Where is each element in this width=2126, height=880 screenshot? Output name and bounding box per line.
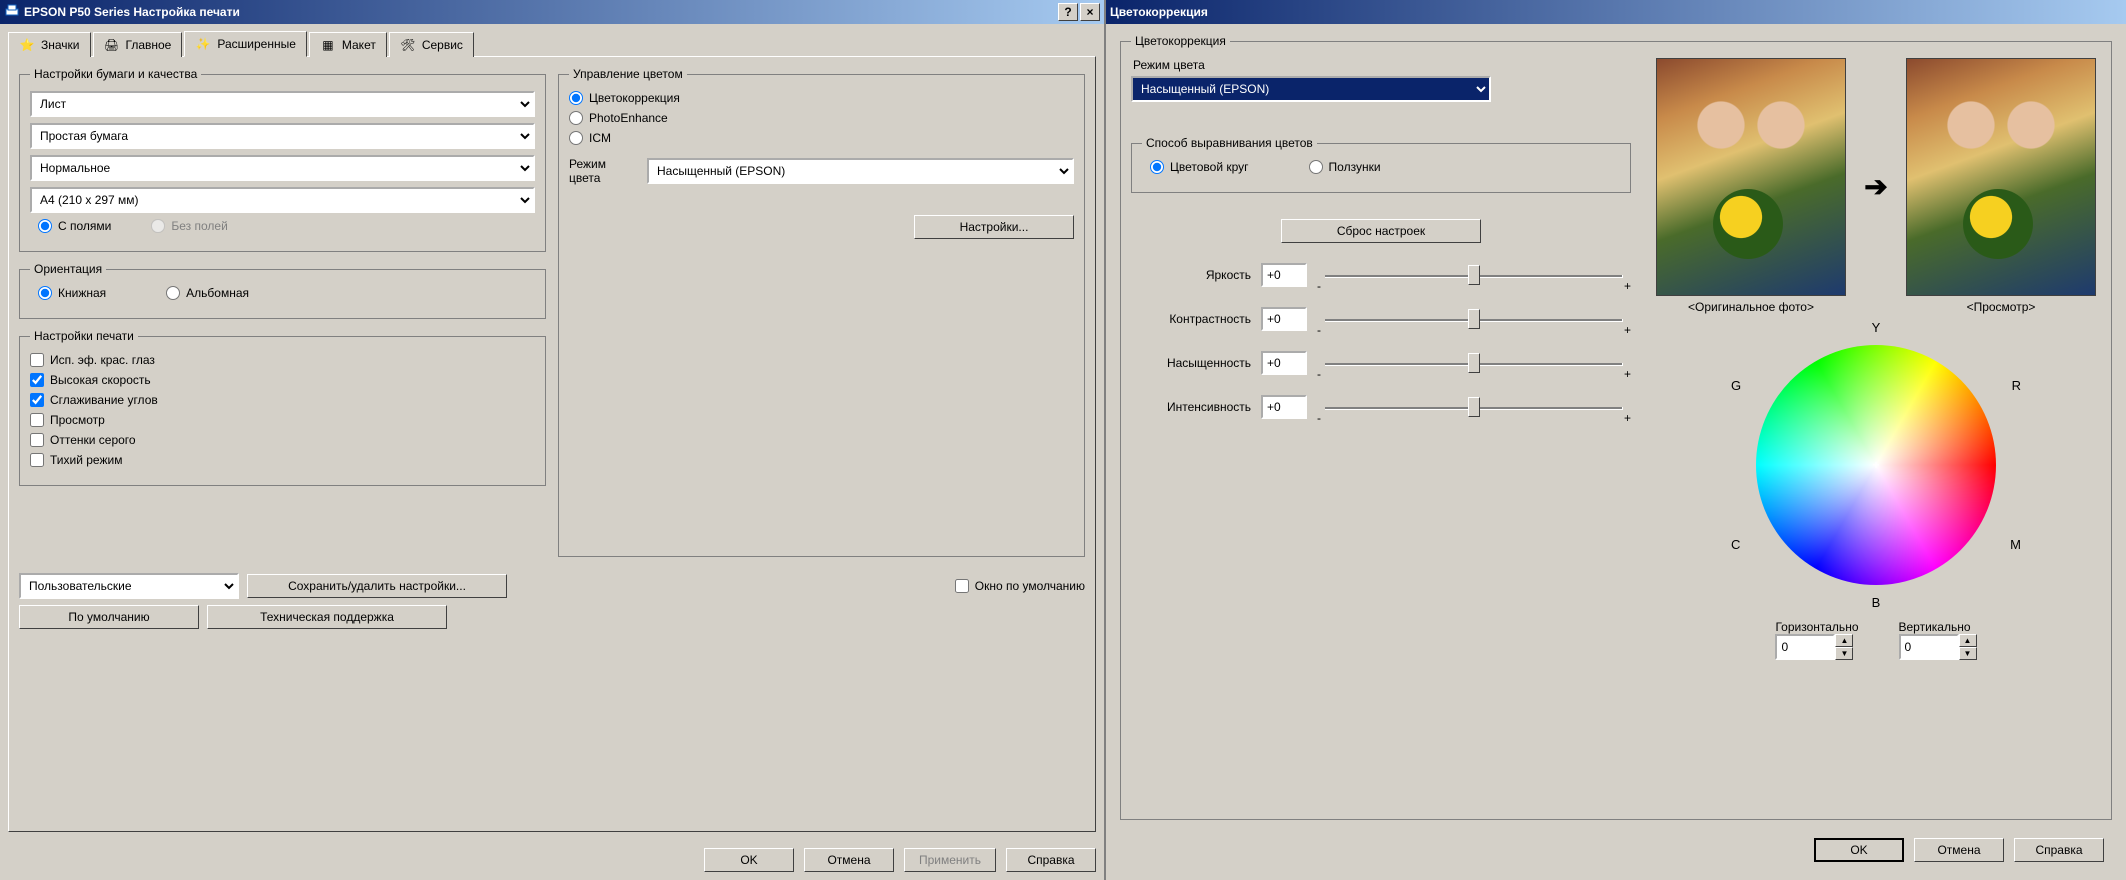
contrast-value[interactable] <box>1261 307 1307 331</box>
color-mgmt-group: Управление цветом Цветокоррекция PhotoEn… <box>558 67 1085 557</box>
help-button[interactable]: Справка <box>2014 838 2104 862</box>
help-button[interactable]: Справка <box>1006 848 1096 872</box>
saturation-slider[interactable]: -+ <box>1317 351 1631 375</box>
gear-star-icon: ✨ <box>195 36 211 52</box>
horiz-input[interactable] <box>1775 634 1835 660</box>
photoenhance-radio[interactable]: PhotoEnhance <box>569 111 668 125</box>
saturation-label: Насыщенность <box>1131 356 1251 370</box>
cancel-button[interactable]: Отмена <box>804 848 894 872</box>
opt-speed[interactable]: Высокая скорость <box>30 373 151 387</box>
printer-icon: 🖨 <box>104 37 120 53</box>
tab-layout[interactable]: ▦Макет <box>309 32 387 57</box>
orient-portrait[interactable]: Книжная <box>38 286 106 300</box>
wheel-crosshair-icon: + <box>1868 457 1884 473</box>
defaults-button[interactable]: По умолчанию <box>19 605 199 629</box>
default-window-checkbox[interactable]: Окно по умолчанию <box>955 579 1085 593</box>
tab-icons[interactable]: ⭐Значки <box>8 32 91 57</box>
preview-label: <Просмотр> <box>1906 300 2096 314</box>
opt-preview[interactable]: Просмотр <box>30 413 105 427</box>
orientation-group: Ориентация Книжная Альбомная <box>19 262 546 319</box>
color-correction-group: Цветокоррекция Режим цвета Насыщенный (E… <box>1120 34 2112 820</box>
window-title: Цветокоррекция <box>1110 5 1208 19</box>
opt-gray[interactable]: Оттенки серого <box>30 433 136 447</box>
original-label: <Оригинальное фото> <box>1656 300 1846 314</box>
tabstrip: ⭐Значки 🖨Главное ✨Расширенные ▦Макет 🛠Се… <box>0 24 1104 56</box>
saturation-value[interactable] <box>1261 351 1307 375</box>
align-sliders-radio[interactable]: Ползунки <box>1309 160 1381 174</box>
arrow-right-icon: ➔ <box>1856 170 1896 203</box>
titlebar: EPSON P50 Series Настройка печати ? × <box>0 0 1104 24</box>
cancel-button[interactable]: Отмена <box>1914 838 2004 862</box>
tab-advanced[interactable]: ✨Расширенные <box>184 31 307 57</box>
vert-up[interactable]: ▲ <box>1959 634 1977 647</box>
color-mode-label: Режим цвета <box>1133 58 1631 72</box>
paper-group: Настройки бумаги и качества Лист Простая… <box>19 67 546 252</box>
paper-size[interactable]: A4 (210 x 297 мм) <box>30 187 535 213</box>
vert-down[interactable]: ▼ <box>1959 647 1977 660</box>
paper-source[interactable]: Лист <box>30 91 535 117</box>
contrast-label: Контрастность <box>1131 312 1251 326</box>
vert-input[interactable] <box>1899 634 1959 660</box>
horiz-down[interactable]: ▼ <box>1835 647 1853 660</box>
tech-support-button[interactable]: Техническая поддержка <box>207 605 447 629</box>
brightness-slider[interactable]: -+ <box>1317 263 1631 287</box>
alignment-group: Способ выравнивания цветов Цветовой круг… <box>1131 136 1631 193</box>
apply-button: Применить <box>904 848 996 872</box>
intensity-label: Интенсивность <box>1131 400 1251 414</box>
help-button[interactable]: ? <box>1058 3 1078 21</box>
opt-quiet[interactable]: Тихий режим <box>30 453 122 467</box>
brightness-value[interactable] <box>1261 263 1307 287</box>
ok-button[interactable]: OK <box>704 848 794 872</box>
margins-on-radio[interactable]: С полями <box>38 219 111 233</box>
vert-label: Вертикально <box>1899 620 1977 634</box>
icm-radio[interactable]: ICM <box>569 131 611 145</box>
star-icon: ⭐ <box>19 37 35 53</box>
ok-button[interactable]: OK <box>1814 838 1904 862</box>
margins-off-radio: Без полей <box>151 219 227 233</box>
print-options-group: Настройки печати Исп. эф. крас. глаз Выс… <box>19 329 546 486</box>
color-mode-select[interactable]: Насыщенный (EPSON) <box>647 158 1074 184</box>
color-wheel[interactable]: Y G R C M B + <box>1731 320 2021 610</box>
result-preview <box>1906 58 2096 296</box>
titlebar: Цветокоррекция <box>1106 0 2126 24</box>
save-delete-settings-button[interactable]: Сохранить/удалить настройки... <box>247 574 507 598</box>
preset-select[interactable]: Пользовательские <box>19 573 239 599</box>
align-wheel-radio[interactable]: Цветовой круг <box>1150 160 1249 174</box>
window-title: EPSON P50 Series Настройка печати <box>24 5 240 19</box>
color-settings-button[interactable]: Настройки... <box>914 215 1074 239</box>
color-mode-label: Режим цвета <box>569 157 639 185</box>
intensity-slider[interactable]: -+ <box>1317 395 1631 419</box>
color-correction-radio[interactable]: Цветокоррекция <box>569 91 680 105</box>
color-mode-select[interactable]: Насыщенный (EPSON) <box>1131 76 1491 102</box>
printer-icon <box>4 3 20 22</box>
wrench-icon: 🛠 <box>400 37 416 53</box>
opt-smooth[interactable]: Сглаживание углов <box>30 393 158 407</box>
contrast-slider[interactable]: -+ <box>1317 307 1631 331</box>
layout-icon: ▦ <box>320 37 336 53</box>
opt-redeye[interactable]: Исп. эф. крас. глаз <box>30 353 155 367</box>
close-button[interactable]: × <box>1080 3 1100 21</box>
brightness-label: Яркость <box>1131 268 1251 282</box>
reset-button[interactable]: Сброс настроек <box>1281 219 1481 243</box>
orient-landscape[interactable]: Альбомная <box>166 286 249 300</box>
horiz-up[interactable]: ▲ <box>1835 634 1853 647</box>
original-preview <box>1656 58 1846 296</box>
tab-service[interactable]: 🛠Сервис <box>389 32 474 57</box>
intensity-value[interactable] <box>1261 395 1307 419</box>
tab-main[interactable]: 🖨Главное <box>93 32 183 57</box>
media-type[interactable]: Простая бумага <box>30 123 535 149</box>
print-quality[interactable]: Нормальное <box>30 155 535 181</box>
horiz-label: Горизонтально <box>1775 620 1858 634</box>
advanced-panel: Настройки бумаги и качества Лист Простая… <box>8 56 1096 832</box>
